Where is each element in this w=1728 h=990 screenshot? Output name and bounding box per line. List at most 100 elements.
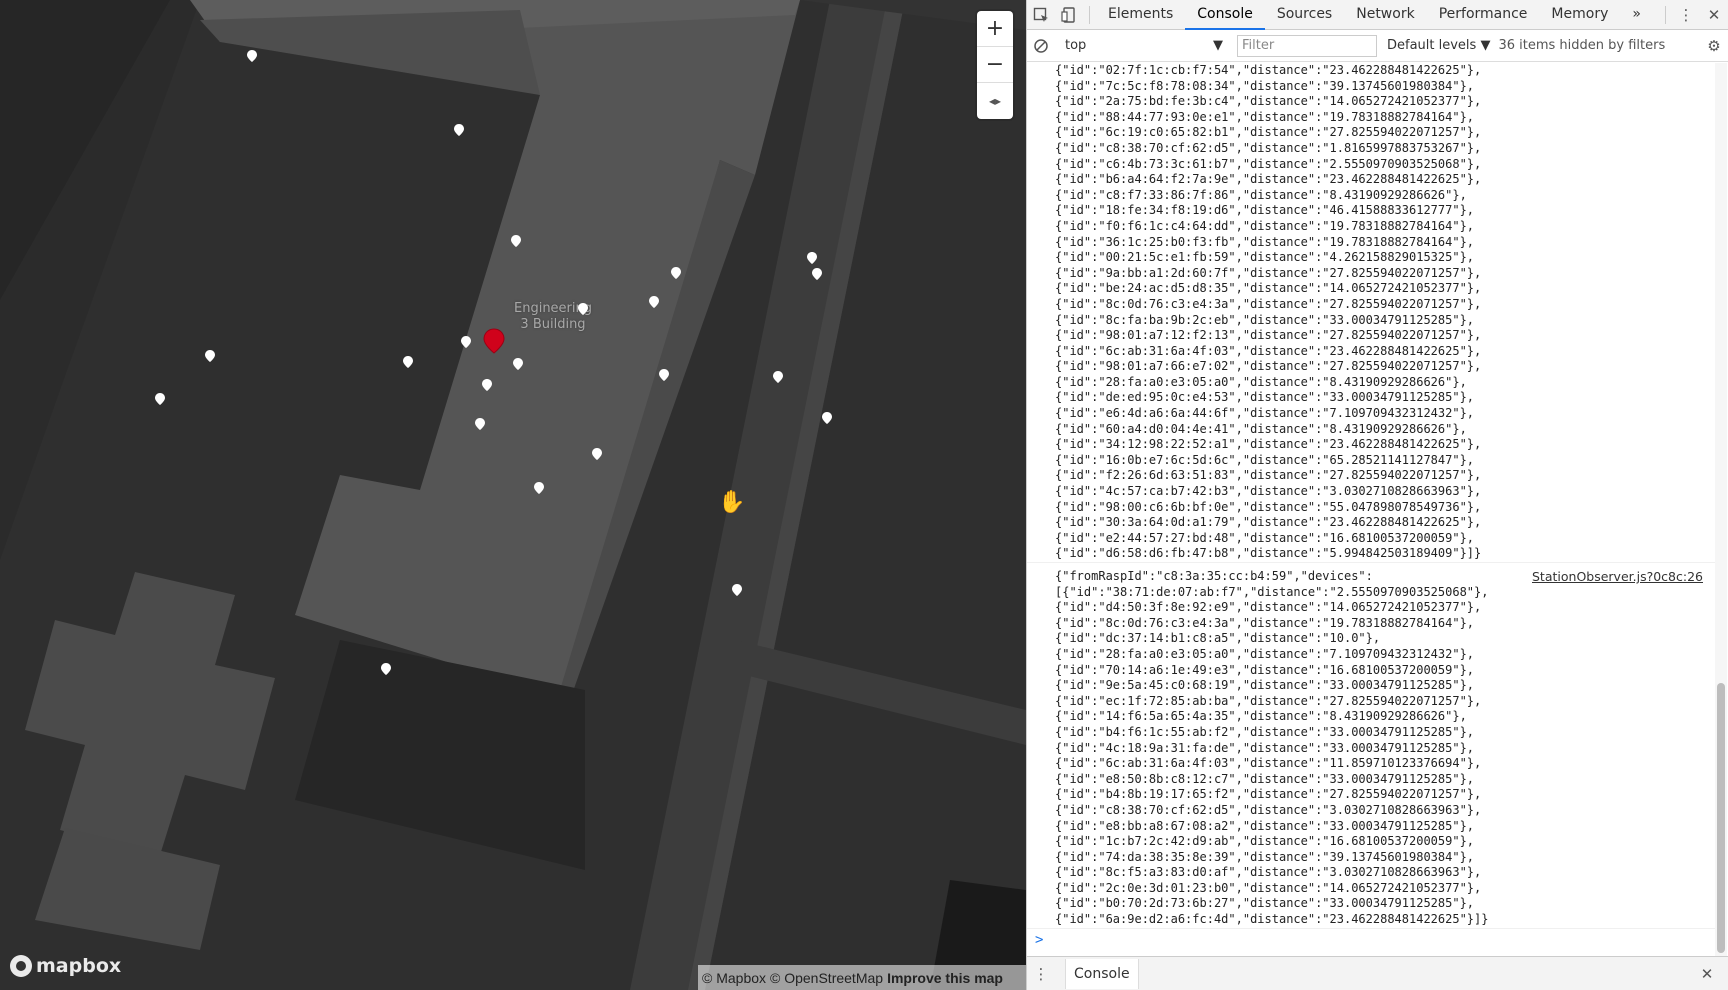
console-line: {"id":"dc:37:14:b1:c8:a5","distance":"10…	[1055, 631, 1381, 646]
console-output[interactable]: {"id":"02:7f:1c:cb:f7:54","distance":"23…	[1027, 63, 1715, 956]
device-pin[interactable]	[510, 234, 522, 248]
device-pin[interactable]	[731, 583, 743, 597]
console-settings-gear-icon[interactable]: ⚙	[1700, 31, 1728, 61]
device-pin[interactable]	[811, 267, 823, 281]
console-line: {"id":"d6:58:d6:fb:47:b8","distance":"5.…	[1055, 546, 1482, 561]
mapbox-logo-icon	[10, 955, 32, 977]
console-scrollbar[interactable]	[1715, 63, 1727, 956]
console-line: {"id":"60:a4:d0:04:4e:41","distance":"8.…	[1055, 421, 1467, 436]
device-pin[interactable]	[246, 49, 258, 63]
tab-network[interactable]: Network	[1344, 0, 1426, 30]
console-line: {"id":"8c:f5:a3:83:d0:af","distance":"3.…	[1055, 865, 1482, 880]
device-pin[interactable]	[380, 662, 392, 676]
device-pin[interactable]	[591, 447, 603, 461]
device-pin[interactable]	[474, 417, 486, 431]
toolbar-divider	[1665, 5, 1666, 24]
console-line: {"id":"1c:b7:2c:42:d9:ab","distance":"16…	[1055, 834, 1475, 849]
tab-memory[interactable]: Memory	[1539, 0, 1620, 30]
console-prompt[interactable]: >	[1035, 932, 1043, 948]
console-line: {"id":"70:14:a6:1e:49:e3","distance":"16…	[1055, 662, 1475, 677]
console-line: {"id":"98:01:a7:66:e7:02","distance":"27…	[1055, 359, 1482, 374]
console-message[interactable]: StationObserver.js?0c8c:26 {"fromRaspId":…	[1027, 563, 1715, 929]
console-line: {"id":"e2:44:57:27:bd:48","distance":"16…	[1055, 530, 1475, 545]
console-line: {"id":"b6:a4:64:f2:7a:9e","distance":"23…	[1055, 172, 1482, 187]
device-pin[interactable]	[577, 302, 589, 316]
console-line: {"id":"f0:f6:1c:c4:64:dd","distance":"19…	[1055, 218, 1475, 233]
scrollbar-thumb[interactable]	[1717, 683, 1725, 953]
devtools-tabs: Elements Console Sources Network Performance…	[1096, 0, 1620, 30]
tab-elements[interactable]: Elements	[1096, 0, 1185, 30]
console-line: {"id":"98:00:c6:6b:bf:0e","distance":"55…	[1055, 499, 1482, 514]
kebab-menu-icon[interactable]: ⋮	[1672, 0, 1700, 30]
console-line: {"id":"4c:18:9a:31:fa:de","distance":"33…	[1055, 740, 1475, 755]
tab-sources[interactable]: Sources	[1265, 0, 1344, 30]
osm-attribution-link[interactable]: © OpenStreetMap	[770, 970, 883, 986]
compass-button[interactable]: ◂▸	[977, 83, 1013, 119]
device-pin[interactable]	[402, 355, 414, 369]
console-line: {"id":"be:24:ac:d5:d8:35","distance":"14…	[1055, 281, 1482, 296]
clear-console-icon[interactable]	[1027, 31, 1055, 61]
close-icon[interactable]: ✕	[1700, 0, 1728, 30]
device-pin[interactable]	[648, 295, 660, 309]
console-line: {"id":"16:0b:e7:6c:5d:6c","distance":"65…	[1055, 452, 1475, 467]
console-filter-input[interactable]	[1237, 34, 1377, 57]
console-line: {"id":"8c:0d:76:c3:e4:3a","distance":"27…	[1055, 296, 1482, 311]
context-selector[interactable]: top ▼	[1059, 35, 1229, 57]
console-line: [{"id":"38:71:de:07:ab:f7","distance":"2…	[1055, 584, 1489, 599]
console-line: {"id":"c8:f7:33:86:7f:86","distance":"8.…	[1055, 187, 1467, 202]
log-levels-dropdown[interactable]: Default levels ▼	[1387, 38, 1490, 53]
selected-station-pin[interactable]	[483, 328, 505, 354]
device-pin[interactable]	[512, 357, 524, 371]
drawer-tab-console[interactable]: Console	[1065, 958, 1139, 989]
console-line: {"id":"6a:9e:d2:a6:fc:4d","distance":"23…	[1055, 912, 1489, 927]
device-pin[interactable]	[821, 411, 833, 425]
device-pin[interactable]	[154, 392, 166, 406]
map-attribution: © Mapbox © OpenStreetMap Improve this ma…	[698, 965, 1026, 990]
console-line: {"id":"7c:5c:f8:78:08:34","distance":"39…	[1055, 78, 1475, 93]
devtools-toolbar: Elements Console Sources Network Performance…	[1027, 0, 1728, 30]
console-line: {"id":"b0:70:2d:73:6b:27","distance":"33…	[1055, 896, 1475, 911]
inspect-element-icon[interactable]	[1027, 0, 1055, 30]
console-message[interactable]: {"id":"02:7f:1c:cb:f7:54","distance":"23…	[1027, 63, 1715, 563]
console-line: {"id":"30:3a:64:0d:a1:79","distance":"23…	[1055, 515, 1482, 530]
tab-console[interactable]: Console	[1185, 0, 1265, 30]
tab-performance[interactable]: Performance	[1427, 0, 1540, 30]
device-pin[interactable]	[772, 370, 784, 384]
device-pin[interactable]	[453, 123, 465, 137]
console-line: {"id":"88:44:77:93:0e:e1","distance":"19…	[1055, 109, 1475, 124]
mapbox-attribution-link[interactable]: © Mapbox	[702, 970, 766, 986]
console-line: {"id":"e8:50:8b:c8:12:c7","distance":"33…	[1055, 771, 1475, 786]
console-line: {"id":"c6:4b:73:3c:61:b7","distance":"2.…	[1055, 156, 1482, 171]
console-line: {"id":"28:fa:a0:e3:05:a0","distance":"8.…	[1055, 374, 1467, 389]
map-navigation-control: + − ◂▸	[977, 11, 1013, 119]
drawer-menu-icon[interactable]: ⋮	[1027, 959, 1055, 989]
device-pin[interactable]	[670, 266, 682, 280]
mapbox-logo[interactable]: mapbox	[10, 955, 121, 977]
zoom-out-button[interactable]: −	[977, 47, 1013, 83]
improve-map-link[interactable]: Improve this map	[887, 970, 1003, 986]
hidden-items-count: 36 items hidden by filters	[1498, 38, 1666, 53]
more-tabs-button[interactable]: »	[1620, 0, 1653, 30]
device-pin[interactable]	[481, 378, 493, 392]
device-pin[interactable]	[460, 335, 472, 349]
source-link[interactable]: StationObserver.js?0c8c:26	[1532, 569, 1703, 585]
device-pin[interactable]	[204, 349, 216, 363]
console-line: {"id":"2c:0e:3d:01:23:b0","distance":"14…	[1055, 880, 1482, 895]
device-pin[interactable]	[658, 368, 670, 382]
console-line: {"id":"8c:fa:ba:9b:2c:eb","distance":"33…	[1055, 312, 1475, 327]
devtools-drawer: ⋮ Console ✕	[1027, 956, 1728, 990]
console-line: {"id":"ec:1f:72:85:ab:ba","distance":"27…	[1055, 693, 1482, 708]
drawer-close-icon[interactable]: ✕	[1693, 959, 1721, 989]
console-line: {"id":"00:21:5c:e1:fb:59","distance":"4.…	[1055, 250, 1475, 265]
console-line: {"id":"2a:75:bd:fe:3b:c4","distance":"14…	[1055, 94, 1482, 109]
device-toolbar-icon[interactable]	[1055, 0, 1083, 30]
console-line: {"id":"14:f6:5a:65:4a:35","distance":"8.…	[1055, 709, 1467, 724]
zoom-in-button[interactable]: +	[977, 11, 1013, 47]
device-pin[interactable]	[533, 481, 545, 495]
map-canvas[interactable]: Engineering 3 Building ✋ + − ◂▸ mapbox ©…	[0, 0, 1026, 990]
toolbar-divider	[1089, 5, 1090, 24]
console-line: {"id":"e6:4d:a6:6a:44:6f","distance":"7.…	[1055, 406, 1475, 421]
console-line: {"id":"b4:8b:19:17:65:f2","distance":"27…	[1055, 787, 1482, 802]
console-line: {"id":"f2:26:6d:63:51:83","distance":"27…	[1055, 468, 1482, 483]
device-pin[interactable]	[806, 251, 818, 265]
